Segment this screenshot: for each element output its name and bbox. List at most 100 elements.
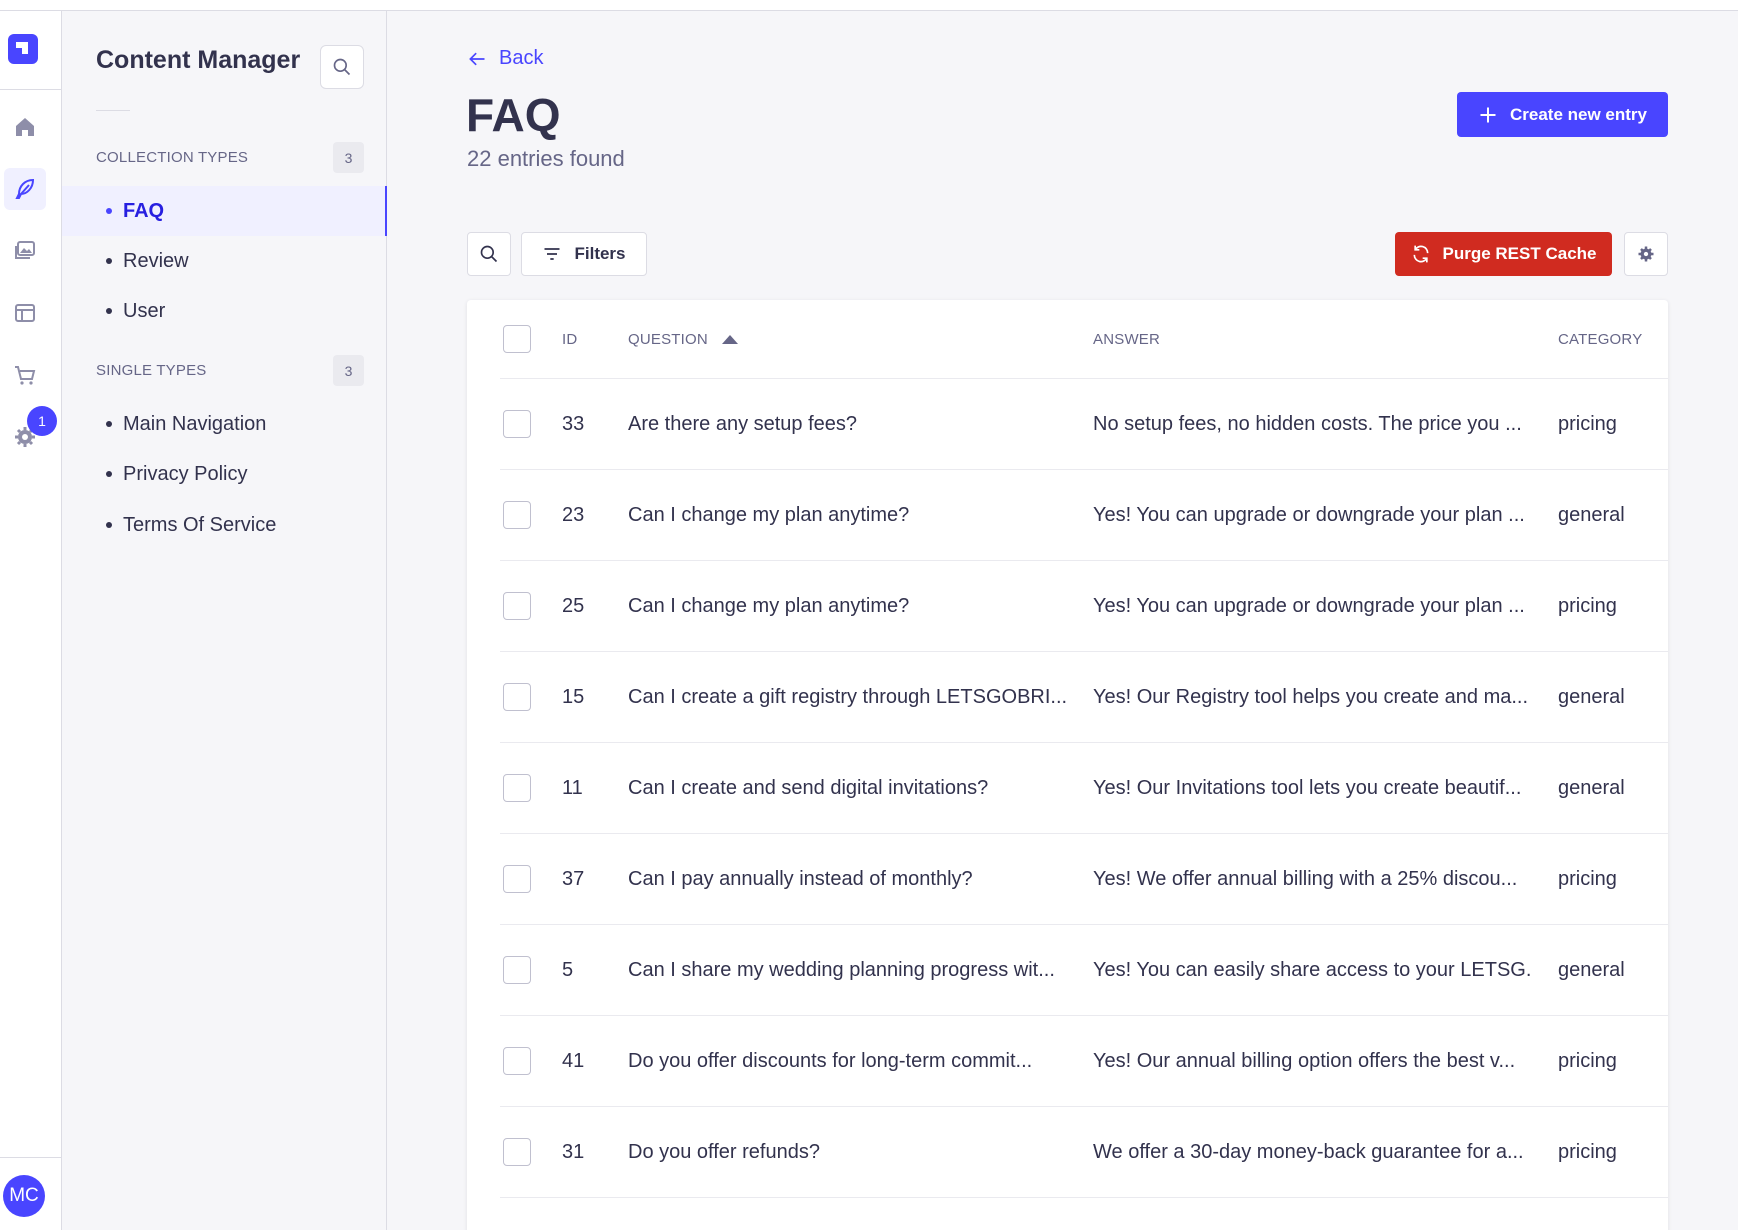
table-row[interactable]: 11 Can I create and send digital invitat… (500, 743, 1668, 834)
row-checkbox[interactable] (503, 410, 531, 438)
sidebar-item-label: Privacy Policy (123, 462, 248, 485)
table-row[interactable]: 15 Can I create a gift registry through … (500, 652, 1668, 743)
filter-icon (544, 248, 560, 260)
cell-answer: Yes! You can upgrade or downgrade your p… (1093, 503, 1525, 526)
cell-question: Are there any setup fees? (628, 412, 858, 435)
collection-types-count: 3 (333, 142, 364, 173)
bullet (106, 522, 112, 528)
cell-question: Do you offer refunds? (628, 1140, 820, 1163)
nav-home[interactable] (4, 106, 46, 148)
filters-button[interactable]: Filters (521, 232, 647, 276)
row-checkbox[interactable] (503, 1138, 531, 1166)
row-select-cell (503, 834, 531, 924)
table-row[interactable]: 41 Do you offer discounts for long-term … (500, 1016, 1668, 1107)
cell-question: Can I change my plan anytime? (628, 594, 910, 617)
home-icon (16, 118, 34, 136)
table-row[interactable]: 31 Do you offer refunds? We offer a 30-d… (500, 1107, 1668, 1198)
table-row[interactable]: 37 Can I pay annually instead of monthly… (500, 834, 1668, 925)
row-checkbox[interactable] (503, 683, 531, 711)
cell-category: pricing (1558, 412, 1617, 435)
sidebar-title: Content Manager (96, 46, 301, 74)
row-checkbox[interactable] (503, 774, 531, 802)
table-row[interactable]: 25 Can I change my plan anytime? Yes! Yo… (500, 561, 1668, 652)
row-select-cell (503, 1198, 531, 1230)
filters-label: Filters (574, 244, 626, 263)
table-row[interactable] (500, 1198, 1668, 1230)
table-row[interactable]: 33 Are there any setup fees? No setup fe… (500, 379, 1668, 470)
strapi-logo[interactable] (8, 34, 38, 64)
sidebar-item-main-navigation[interactable]: Main Navigation (62, 399, 387, 449)
column-header-answer[interactable]: ANSWER (1093, 300, 1160, 378)
table-row[interactable]: 5 Can I share my wedding planning progre… (500, 925, 1668, 1016)
notification-badge: 1 (27, 406, 57, 436)
table-row[interactable]: 23 Can I change my plan anytime? Yes! Yo… (500, 470, 1668, 561)
sidebar-search-button[interactable] (320, 45, 364, 89)
cell-question: Can I change my plan anytime? (628, 503, 910, 526)
cell-answer: Yes! Our Registry tool helps you create … (1093, 685, 1529, 708)
cell-question: Can I share my wedding planning progress… (628, 958, 1055, 981)
bullet (106, 471, 112, 477)
plus-icon (1480, 107, 1496, 122)
row-checkbox[interactable] (503, 592, 531, 620)
nav-content-manager[interactable] (4, 168, 46, 210)
search-icon (333, 58, 351, 76)
select-all-checkbox[interactable] (503, 325, 531, 353)
page-title: FAQ (466, 89, 561, 141)
divider (96, 110, 130, 111)
cell-question: Can I create and send digital invitation… (628, 776, 989, 799)
cell-category: general (1558, 776, 1625, 799)
main-nav-rail: 1 MC (0, 11, 62, 1230)
media-library-icon (15, 241, 35, 259)
row-checkbox[interactable] (503, 865, 531, 893)
cell-answer: Yes! You can easily share access to your… (1093, 958, 1533, 981)
back-link[interactable]: Back (467, 47, 543, 70)
entries-count: 22 entries found (467, 146, 625, 171)
user-avatar[interactable]: MC (3, 1175, 45, 1217)
arrow-left-icon (469, 52, 485, 65)
row-select-cell (503, 652, 531, 742)
row-checkbox[interactable] (503, 1047, 531, 1075)
search-button[interactable] (467, 232, 511, 276)
collection-types-heading: COLLECTION TYPES (96, 149, 249, 166)
sidebar-item-terms-of-service[interactable]: Terms Of Service (62, 500, 387, 550)
row-checkbox[interactable] (503, 956, 531, 984)
create-new-entry-button[interactable]: Create new entry (1457, 92, 1668, 137)
sidebar-item-user[interactable]: User (62, 286, 387, 336)
column-header-question[interactable]: QUESTION (628, 300, 738, 378)
sidebar-item-review[interactable]: Review (62, 236, 387, 286)
cell-category: general (1558, 503, 1625, 526)
gear-icon (1638, 246, 1654, 262)
cell-question: Can I pay annually instead of monthly? (628, 867, 973, 890)
sidebar-item-label: Review (123, 249, 189, 272)
cell-answer: Yes! You can upgrade or downgrade your p… (1093, 594, 1525, 617)
cell-answer: We offer a 30-day money-back guarantee f… (1093, 1140, 1524, 1163)
cell-answer: No setup fees, no hidden costs. The pric… (1093, 412, 1522, 435)
single-types-heading: SINGLE TYPES (96, 362, 207, 379)
sidebar-item-faq[interactable]: FAQ (62, 186, 387, 236)
entries-table: ID QUESTION ANSWER CATEGORY 33 Are there… (467, 300, 1668, 1230)
cell-id: 15 (562, 685, 585, 708)
column-header-category[interactable]: CATEGORY (1558, 300, 1642, 378)
nav-content-type-builder[interactable] (4, 292, 46, 334)
sidebar-item-privacy-policy[interactable]: Privacy Policy (62, 449, 387, 499)
row-checkbox[interactable] (503, 501, 531, 529)
nav-media-library[interactable] (4, 230, 46, 272)
create-new-entry-label: Create new entry (1510, 104, 1647, 124)
column-header-id[interactable]: ID (562, 300, 577, 378)
cell-id: 25 (562, 594, 585, 617)
cell-answer: Yes! We offer annual billing with a 25% … (1093, 867, 1518, 890)
divider (0, 89, 62, 90)
bullet (106, 258, 112, 264)
cell-category: pricing (1558, 1049, 1617, 1072)
sidebar-item-label: FAQ (123, 199, 165, 222)
cell-category: pricing (1558, 867, 1617, 890)
sort-ascending-icon (721, 334, 738, 344)
purge-rest-cache-button[interactable]: Purge REST Cache (1395, 232, 1612, 276)
nav-marketplace[interactable] (4, 354, 46, 396)
cell-question: Can I create a gift registry through LET… (628, 685, 1068, 708)
layout-icon (15, 304, 35, 322)
list-settings-button[interactable] (1624, 232, 1668, 276)
row-select-cell (503, 743, 531, 833)
row-select-cell (503, 1107, 531, 1197)
back-label: Back (499, 47, 544, 69)
